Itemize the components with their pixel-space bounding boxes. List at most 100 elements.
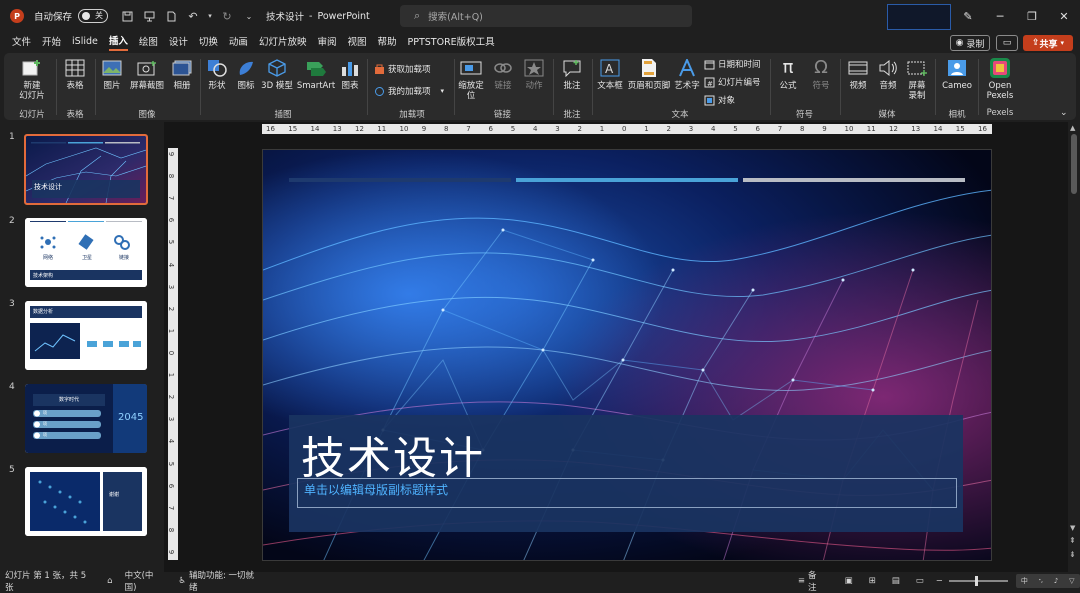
spellcheck-icon[interactable]: ⌂ [107,576,112,586]
new-file-icon[interactable] [162,7,180,25]
link-button[interactable]: 链接 [489,57,517,91]
next-slide-icon[interactable]: ⇟ [1069,550,1076,559]
record-button[interactable]: ◉ 录制 [950,35,990,51]
datetime-button[interactable]: 日期和时间 [704,58,761,70]
prev-slide-icon[interactable]: ⇞ [1069,536,1076,545]
3d-model-button[interactable]: 3D 模型 [261,57,293,91]
collapse-ribbon-icon[interactable]: ⌄ [1060,108,1068,118]
scroll-down-icon[interactable]: ▼ [1070,524,1075,532]
reading-view-icon[interactable]: ▤ [892,576,900,586]
slideshow-icon[interactable]: ▭ [916,576,924,586]
new-slide-button[interactable]: 新建 幻灯片 [12,57,52,101]
redo-icon[interactable]: ↻ [218,7,236,25]
menu-tab[interactable]: 动画 [229,34,248,50]
vertical-scrollbar[interactable]: ▲ ▼ ⇞ ⇟ [1068,122,1080,572]
autosave-toggle[interactable]: 关 [78,9,109,23]
decor-bar-1 [289,178,511,182]
pexels-button[interactable]: Open Pexels [982,57,1018,101]
undo-icon[interactable]: ↶ [184,7,202,25]
menu-tab[interactable]: 开始 [42,34,61,50]
share-button[interactable]: ⇪ 共享 ▾ [1023,35,1073,51]
slide-thumbnail-4[interactable]: 数字时代 2045 项 项 项 [25,384,147,453]
screen-record-button[interactable]: 屏幕录制 [904,57,930,101]
normal-view-icon[interactable]: ▣ [845,576,853,586]
icons-button[interactable]: 图标 [234,57,258,91]
slide-thumbnail-1[interactable]: 技术设计 [24,134,148,205]
calendar-icon [704,59,715,70]
symbol-button[interactable]: Ω 符号 [807,57,835,92]
menu-tab[interactable]: 设计 [169,34,188,50]
chart-icon [339,57,361,79]
menu-tab[interactable]: 帮助 [377,34,396,50]
slide-number-button[interactable]: # 幻灯片编号 [704,76,761,88]
ime-icon[interactable]: ▽ [1069,577,1074,585]
video-button[interactable]: 视频 [844,57,872,91]
ruler-tick-label: 8 [444,125,449,133]
minimize-icon[interactable]: ─ [990,6,1010,26]
cameo-icon [946,57,968,79]
thumb-2-item: 链接 [119,255,130,261]
customize-toolbar-icon[interactable]: ⌄ [240,7,258,25]
menu-tab[interactable]: 审阅 [317,34,336,50]
ime-icon[interactable]: ♪ [1054,577,1058,585]
menu-tab[interactable]: PPTSTORE版权工具 [408,34,495,50]
ruler-tick-label: 1 [599,125,605,133]
pen-icon[interactable]: ✎ [958,6,978,26]
comment-button[interactable]: 批注 [557,57,587,91]
textbox-button[interactable]: A 文本框 [595,57,625,91]
my-addins-button[interactable]: 我的加载项 ▾ [374,85,444,97]
get-addins-label: 获取加载项 [388,65,431,75]
current-slide[interactable]: 技术设计 单击以编辑母版副标题样式 [262,149,992,561]
subtitle-placeholder[interactable]: 单击以编辑母版副标题样式 [297,478,957,508]
slide-thumbnail-3[interactable]: 数据分析 [25,301,147,370]
zoom-slider[interactable] [948,575,1008,586]
menu-tab[interactable]: 文件 [12,34,31,50]
screenshot-button[interactable]: 屏幕截图 [128,57,166,91]
slide-thumbnail-2[interactable]: 网络 卫星 链接 技术架构 [25,218,147,287]
slide-thumbnail-5[interactable]: 谢谢 [25,467,147,536]
scroll-thumb[interactable] [1071,134,1077,194]
present-icon[interactable] [140,7,158,25]
ruler-tick-label: 1 [168,372,176,378]
object-button[interactable]: 对象 [704,94,735,106]
get-addins-button[interactable]: 获取加载项 [374,63,431,75]
scroll-up-icon[interactable]: ▲ [1070,124,1075,132]
textbox-icon: A [599,57,621,79]
smartart-button[interactable]: SmartArt [296,57,336,91]
ruler-tick-label: 12 [889,125,898,133]
audio-button[interactable]: 音频 [874,57,902,91]
menu-tab[interactable]: iSlide [72,36,98,49]
close-icon[interactable]: ✕ [1054,6,1074,26]
search-box[interactable]: ⌕ 搜索(Alt+Q) [400,5,692,27]
slide-sorter-icon[interactable]: ⊞ [869,576,876,586]
zoom-slider-thumb[interactable] [974,575,978,586]
cameo-button[interactable]: Cameo [940,57,974,91]
album-button[interactable]: 相册 [169,57,195,91]
menu-tab[interactable]: 幻灯片放映 [259,34,307,50]
action-button[interactable]: 动作 [520,57,548,91]
account-area[interactable] [887,4,951,30]
menu-tab[interactable]: 插入 [108,33,128,51]
menu-tab[interactable]: 切换 [199,34,218,50]
save-icon[interactable] [118,7,136,25]
chart-button[interactable]: 图表 [338,57,362,91]
shapes-button[interactable]: 形状 [204,57,230,91]
table-button[interactable]: 表格 [60,57,90,91]
header-footer-button[interactable]: 页眉和页脚 [627,57,671,91]
equation-button[interactable]: π 公式 [774,57,802,92]
menu-tab[interactable]: 绘图 [139,34,158,50]
zoom-out-icon[interactable]: − [936,576,943,586]
menu-tab[interactable]: 视图 [347,34,366,50]
slide-title[interactable]: 技术设计 [301,422,485,486]
ime-toolbar[interactable]: 中 ꞏ, ♪ ▽ [1015,573,1080,588]
picture-button[interactable]: 图片 [99,57,125,91]
ime-icon[interactable]: 中 [1021,576,1028,586]
undo-dropdown-icon[interactable]: ▾ [206,7,214,25]
notes-icon: ≡ [797,575,805,586]
zoom-button[interactable]: 缩放定位 [457,57,485,101]
ime-icon[interactable]: ꞏ, [1039,576,1043,585]
comments-button[interactable]: ▭ [996,35,1018,51]
wordart-button[interactable]: 艺术字 [673,57,701,91]
restore-icon[interactable]: ❐ [1022,6,1042,26]
ruler-tick-label: 3 [168,284,176,289]
